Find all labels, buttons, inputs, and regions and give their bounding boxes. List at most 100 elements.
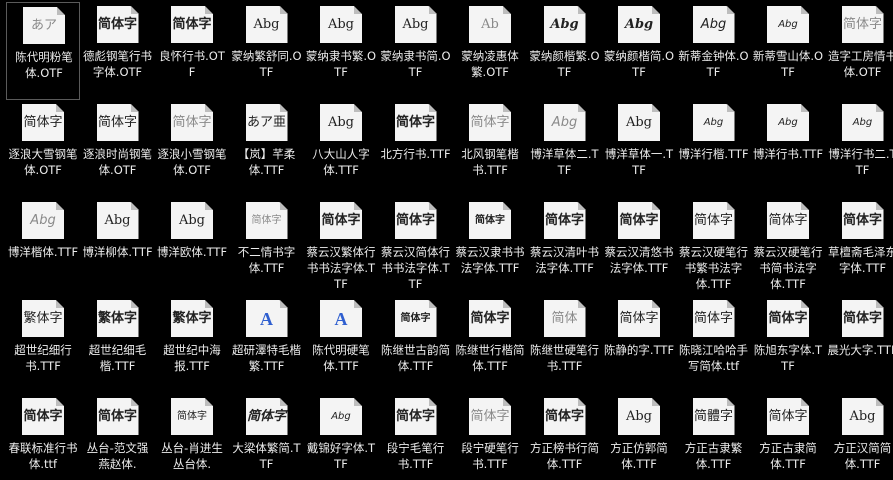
file-item[interactable]: Abg 蒙纳隶书繁.OTF <box>304 2 378 100</box>
file-name: 逐浪大雪钢笔体.OTF <box>8 147 78 177</box>
file-item[interactable]: Abg 博洋草体二.TTF <box>528 100 602 198</box>
file-item[interactable]: Abg 方正汉简简体.TTF <box>826 394 893 480</box>
file-item[interactable]: A 陈代明硬笔体.TTF <box>304 296 378 394</box>
font-preview-sample: Abg <box>327 115 355 130</box>
file-item[interactable]: 简体字 段宁硬笔行书.TTF <box>453 394 527 480</box>
font-preview-sample: Abg <box>700 17 727 32</box>
font-preview-sample: 简体字 <box>842 311 882 326</box>
file-item[interactable]: 繁体字 超世纪细行书.TTF <box>6 296 80 394</box>
file-item[interactable]: 简体字 丛台-肖进生丛台体. <box>155 394 229 480</box>
font-preview-sample: Abg <box>30 213 56 228</box>
file-item[interactable]: Abg 蒙纳颜楷繁.OTF <box>528 2 602 100</box>
file-item[interactable]: 简体字 陈继世古韵简体.TTF <box>379 296 453 394</box>
font-preview-sample: 简体字 <box>246 409 286 424</box>
file-item[interactable]: Abg 方正仿郭简体.TTF <box>602 394 676 480</box>
font-preview-sample: Abg <box>327 17 355 32</box>
font-preview-sample: 简体字 <box>619 311 659 326</box>
file-name: 不二情书字体.TTF <box>237 245 296 275</box>
file-item[interactable]: Abg 蒙纳隶书简.OTF <box>379 2 453 100</box>
file-item[interactable]: 简体字 蔡云汉硬笔行书繁书法字体.TTF <box>677 198 751 296</box>
file-item[interactable]: 简体字 德彪钢笔行书字体.OTF <box>81 2 155 100</box>
file-item[interactable]: A 超研澤特毛楷繁.TTF <box>230 296 304 394</box>
file-item[interactable]: Abg 蒙纳颜楷简.OTF <box>602 2 676 100</box>
font-file-icon: 简体字 <box>171 104 213 141</box>
file-name: 蔡云汉硬笔行书繁书法字体.TTF <box>679 245 748 291</box>
font-preview-sample: 简体字 <box>619 213 659 228</box>
file-item[interactable]: 简体字 良怀行书.OTF <box>155 2 229 100</box>
file-name: 博洋行书.TTF <box>752 147 824 161</box>
file-item[interactable]: あア 陈代明粉笔体.OTF <box>6 2 80 100</box>
file-item[interactable]: 简体 陈继世硬笔行书.TTF <box>528 296 602 394</box>
font-preview-sample: 简体字 <box>23 115 63 130</box>
file-item[interactable]: Abg 博洋草体一.TTF <box>602 100 676 198</box>
file-item[interactable]: Abg 新蒂雪山体.OTF <box>751 2 825 100</box>
file-name: 逐浪小雪钢笔体.OTF <box>157 147 227 177</box>
font-preview-sample: 简体字 <box>395 409 435 424</box>
file-name: 新蒂金钟体.OTF <box>678 49 749 79</box>
font-file-icon: Abg <box>692 104 735 141</box>
file-item[interactable]: 简体字逐浪大雪钢笔体.OTF <box>6 100 80 198</box>
file-name: 蒙纳隶书简.OTF <box>380 49 451 79</box>
file-item[interactable]: Abg 博洋行书.TTF <box>751 100 825 198</box>
file-item[interactable]: 简体字 陈旭东字体.TTF <box>751 296 825 394</box>
file-item[interactable]: Abg 博洋行书二.TTF <box>826 100 893 198</box>
font-file-icon: あア <box>23 7 65 44</box>
file-item[interactable]: 简体字 春联标准行书体.ttf <box>6 394 80 480</box>
file-item[interactable]: 简体字 晨光大字.TTF <box>826 296 893 394</box>
file-item[interactable]: Abg 戴锦好字体.TTF <box>304 394 378 480</box>
file-item[interactable]: 简体字 蔡云汉繁体行书书法字体.TTF <box>304 198 378 296</box>
file-item[interactable]: 简体字 蔡云汉隶书书法字体.TTF <box>453 198 527 296</box>
file-item[interactable]: Abg 博洋柳体.TTF <box>81 198 155 296</box>
file-name: 陈静的字.TTF <box>603 343 675 357</box>
file-name: 新蒂雪山体.OTF <box>752 49 824 79</box>
file-item[interactable]: 简体字 造字工房情书体.OTF <box>826 2 893 100</box>
file-item[interactable]: 简体字 北风钢笔楷书.TTF <box>453 100 527 198</box>
file-item[interactable]: 简体字 大梁体繁简.TTF <box>230 394 304 480</box>
file-item[interactable]: Abg 博洋楷体.TTF <box>6 198 80 296</box>
font-file-icon: 简体字 <box>469 300 511 337</box>
file-item[interactable]: 繁体字 超世纪细毛楷.TTF <box>81 296 155 394</box>
file-item[interactable]: 简体字陈静的字.TTF <box>602 296 676 394</box>
file-item[interactable]: 简体字 不二情书字体.TTF <box>230 198 304 296</box>
file-item[interactable]: 简体字逐浪小雪钢笔体.OTF <box>155 100 229 198</box>
font-file-icon: 简体字 <box>320 202 362 239</box>
file-item[interactable]: Abg 新蒂金钟体.OTF <box>677 2 751 100</box>
file-item[interactable]: Abg 八大山人字体.TTF <box>304 100 378 198</box>
file-item[interactable]: Abg 博洋行楷.TTF <box>677 100 751 198</box>
file-item[interactable]: Abg 博洋欧体.TTF <box>155 198 229 296</box>
file-item[interactable]: 简体字 陈继世行楷简体.TTF <box>453 296 527 394</box>
file-item[interactable]: 简体字 段宁毛笔行书.TTF <box>379 394 453 480</box>
font-file-icon: Abg <box>618 6 660 43</box>
file-name: 博洋草体二.TTF <box>530 147 599 177</box>
file-item[interactable]: 简体字 北方行书.TTF <box>379 100 453 198</box>
file-item[interactable]: 繁体字 超世纪中海报.TTF <box>155 296 229 394</box>
file-item[interactable]: 简体字 方正古隶简体.TTF <box>751 394 825 480</box>
file-item[interactable]: あア亜 【岚】芊柔体.TTF <box>230 100 304 198</box>
file-item[interactable]: 简体字 草檀斋毛泽东字体.TTF <box>826 198 893 296</box>
file-item[interactable]: 简体字 陈晓江哈哈手写简体.ttf <box>677 296 751 394</box>
file-name: 蒙纳隶书繁.OTF <box>305 49 377 79</box>
font-preview-sample: あア <box>30 18 57 33</box>
font-preview-sample: 简体字 <box>395 115 435 130</box>
font-file-icon: Abg <box>22 202 64 239</box>
file-item[interactable]: Abg 蒙纳繁舒同.OTF <box>230 2 304 100</box>
file-item[interactable]: 简体字 方正榜书行简体.TTF <box>528 394 602 480</box>
file-item[interactable]: 简体字 丛台-范文强燕赵体. <box>81 394 155 480</box>
file-item[interactable]: 简体字 逐浪时尚钢笔体.OTF <box>81 100 155 198</box>
font-file-icon: Abg <box>841 398 884 435</box>
file-item[interactable]: 简体字 蔡云汉简体行书书法字体.TTF <box>379 198 453 296</box>
file-item[interactable]: 简体字 蔡云汉清悠书法字体.TTF <box>602 198 676 296</box>
file-item[interactable]: 简體字 方正古隶繁体.TTF <box>677 394 751 480</box>
file-item[interactable]: 简体字 蔡云汉硬笔行书简书法字体.TTF <box>751 198 825 296</box>
font-file-icon: 简体字 <box>841 300 884 337</box>
font-file-icon: Abg <box>618 104 660 141</box>
font-file-icon: 简体字 <box>767 398 809 435</box>
font-preview-sample: Abg <box>551 115 578 130</box>
font-file-icon: 简体字 <box>469 398 511 435</box>
font-file-icon: Abg <box>320 6 362 43</box>
font-file-icon: 简体字 <box>171 6 213 43</box>
file-item[interactable]: Ab 蒙纳凌惠体繁.OTF <box>453 2 527 100</box>
file-item[interactable]: 简体字 蔡云汉清叶书法字体.TTF <box>528 198 602 296</box>
font-file-icon: 简体字 <box>543 202 586 239</box>
font-file-icon: 简體字 <box>692 398 735 435</box>
